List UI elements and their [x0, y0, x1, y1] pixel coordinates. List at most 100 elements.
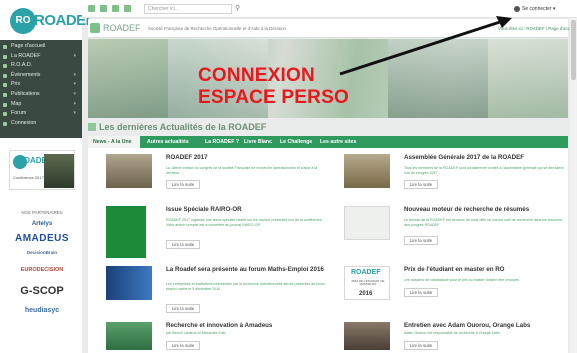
partner-amadeus[interactable]: AMADEUS — [8, 233, 76, 244]
read-more-button[interactable]: Lire la suite — [404, 288, 438, 297]
news-body: Adam Ouorou est responsable de recherche… — [404, 331, 500, 335]
book-icon — [3, 92, 7, 97]
search-icon[interactable]: ⚲ — [235, 4, 240, 12]
news-grid: ROADEF 2017 La 18ème édition du congrès … — [88, 148, 568, 353]
news-title[interactable]: La Roadef sera présente au forum Maths-E… — [166, 266, 336, 273]
map-icon — [3, 102, 7, 107]
twitter-icon[interactable] — [100, 5, 107, 12]
sidebar-item-la-roadef[interactable]: La ROADEF ▾ — [0, 52, 82, 62]
news-title[interactable]: Assemblée Générale 2017 de la ROADEF — [404, 154, 574, 161]
news-thumbnail[interactable] — [344, 154, 390, 188]
master-prize-badge[interactable]: ROADEF PRIX DE L'ÉTUDIANT DE MASTER RO 2… — [344, 266, 390, 300]
banner-photo — [88, 39, 168, 118]
news-icon — [88, 123, 96, 131]
conference-banner-image — [44, 154, 74, 188]
read-more-button[interactable]: Lire la suite — [166, 304, 200, 313]
news-item: Nouveau moteur de recherche de résumés L… — [344, 206, 564, 264]
news-thumbnail[interactable] — [106, 154, 152, 188]
scrollbar-thumb[interactable] — [571, 20, 576, 80]
news-body: Les dossiers de candidature pour le prix… — [404, 278, 519, 282]
read-more-button[interactable]: Lire la suite — [166, 180, 200, 189]
read-more-button[interactable]: Lire la suite — [404, 236, 438, 245]
sidebar-item-publications[interactable]: Publications ▾ — [0, 90, 82, 100]
tab-news[interactable]: News - A la Une — [88, 136, 140, 148]
news-item: La Roadef sera présente au forum Maths-E… — [106, 266, 326, 318]
tab-livre-blanc[interactable]: Livre Blanc — [239, 136, 277, 148]
scrollbar[interactable] — [570, 18, 577, 353]
doc-icon — [3, 64, 7, 69]
sidebar-item-map[interactable]: Map ▾ — [0, 100, 82, 110]
user-icon — [514, 5, 520, 12]
news-thumbnail[interactable] — [106, 206, 146, 258]
news-thumbnail[interactable] — [344, 206, 390, 240]
sidebar-item-road[interactable]: R.O.A.D. — [0, 61, 82, 71]
calendar-icon — [3, 73, 7, 78]
news-body: par Benoît Lardeux et Alexandre Katz — [166, 331, 226, 335]
sidebar-item-home[interactable]: Page d'accueil — [0, 42, 82, 52]
master-prize-badge-title: ROADEF — [351, 269, 381, 276]
home-icon — [3, 45, 7, 49]
news-thumbnail[interactable] — [344, 322, 390, 350]
sidebar-item-label: Forum — [11, 110, 27, 117]
menu-icon[interactable] — [88, 5, 95, 12]
news-title[interactable]: Entretien avec Adam Ouorou, Orange Labs — [404, 322, 574, 329]
partner-heudiasyc[interactable]: heudiasyc — [8, 307, 76, 314]
news-title[interactable]: Prix de l'étudiant en master en RO — [404, 266, 574, 273]
news-title[interactable]: ROADEF 2017 — [166, 154, 336, 161]
site-logo[interactable]: RO ROADEF — [4, 6, 95, 36]
section-title: Les dernières Actualités de la ROADEF — [88, 122, 266, 132]
read-more-button[interactable]: Lire la suite — [404, 180, 438, 189]
read-more-button[interactable]: Lire la suite — [166, 341, 200, 350]
news-body: Le bureau de la ROADEF est heureux de vo… — [404, 218, 562, 227]
partner-artelys[interactable]: Artelys — [8, 221, 76, 227]
sidebar-item-label: Prix — [11, 81, 21, 88]
news-item: Issue Spéciale RAIRO-OR ROADEF 2017 orga… — [106, 206, 326, 264]
section-title-text: Les dernières Actualités de la ROADEF — [99, 122, 267, 132]
breadcrumb[interactable]: Vous êtes ici : ROADEF / Page d'accueil — [498, 26, 577, 31]
sidebar-item-label: Map — [11, 100, 22, 107]
conference-banner[interactable]: ROADEF Conférence 2017 — [9, 150, 75, 190]
sidebar-item-label: Page d'accueil — [11, 43, 46, 49]
tab-autres-actualites[interactable]: Autres actualités — [142, 136, 194, 148]
read-more-button[interactable]: Lire la suite — [404, 341, 438, 350]
tab-la-roadef[interactable]: La ROADEF ? — [200, 136, 244, 148]
banner-photo — [388, 39, 488, 118]
chat-icon — [3, 112, 7, 117]
sidebar-item-evenements[interactable]: Événements ▾ — [0, 71, 82, 81]
news-item: ROADEF 2017 La 18ème édition du congrès … — [106, 154, 326, 202]
news-item: Entretien avec Adam Ouorou, Orange Labs … — [344, 322, 564, 352]
logo-badge: RO — [10, 8, 36, 34]
partners-block: NOS PARTENAIRES Artelys AMADEUS Decision… — [8, 200, 76, 353]
chevron-down-icon: ▾ — [73, 71, 76, 78]
sidebar-item-label: Connexion — [11, 119, 37, 126]
partner-decisionbrain[interactable]: DecisionBrain — [8, 250, 76, 255]
master-prize-badge-caption: PRIX DE L'ÉTUDIANT DE MASTER RO — [351, 279, 385, 287]
sidebar-item-forum[interactable]: Forum ▾ — [0, 109, 82, 119]
partner-gscop[interactable]: G-SCOP — [8, 285, 76, 297]
master-prize-badge-year: 2016 — [359, 291, 373, 297]
chevron-down-icon: ▾ — [73, 110, 76, 117]
main-menu: Page d'accueil La ROADEF ▾ R.O.A.D. Événe… — [0, 40, 82, 138]
page-header: ROADEF Société Française de Recherche Op… — [88, 19, 577, 38]
news-title[interactable]: Recherche et innovation à Amadeus — [166, 322, 336, 329]
search-input[interactable]: Chercher ici... — [144, 4, 232, 14]
news-title[interactable]: Nouveau moteur de recherche de résumés — [404, 206, 574, 213]
tab-autres-sites[interactable]: Les autre sites — [315, 136, 361, 148]
sidebar: RO ROADEF Page d'accueil La ROADEF ▾ R.O.… — [0, 0, 95, 353]
linkedin-icon[interactable] — [124, 5, 131, 12]
login-button[interactable]: Se connecter ▾ — [514, 4, 572, 14]
news-body: ROADEF 2017 organise une issue spéciale … — [166, 218, 323, 227]
tab-challenge[interactable]: Le Challenge — [275, 136, 317, 148]
news-item: Recherche et innovation à Amadeus par Be… — [106, 322, 326, 352]
read-more-button[interactable]: Lire la suite — [166, 240, 200, 249]
sidebar-item-prix[interactable]: Prix ▾ — [0, 80, 82, 90]
news-thumbnail[interactable] — [106, 322, 152, 350]
news-title[interactable]: Issue Spéciale RAIRO-OR — [166, 206, 336, 213]
chevron-down-icon: ▾ — [73, 100, 76, 107]
partner-eurodecision[interactable]: EURODECISION — [8, 267, 76, 273]
home-icon[interactable] — [90, 23, 100, 33]
news-thumbnail[interactable] — [106, 266, 152, 300]
annotation-text: CONNEXION ESPACE PERSO — [198, 65, 349, 109]
sidebar-item-connexion[interactable]: Connexion — [0, 119, 82, 129]
facebook-icon[interactable] — [112, 5, 119, 12]
